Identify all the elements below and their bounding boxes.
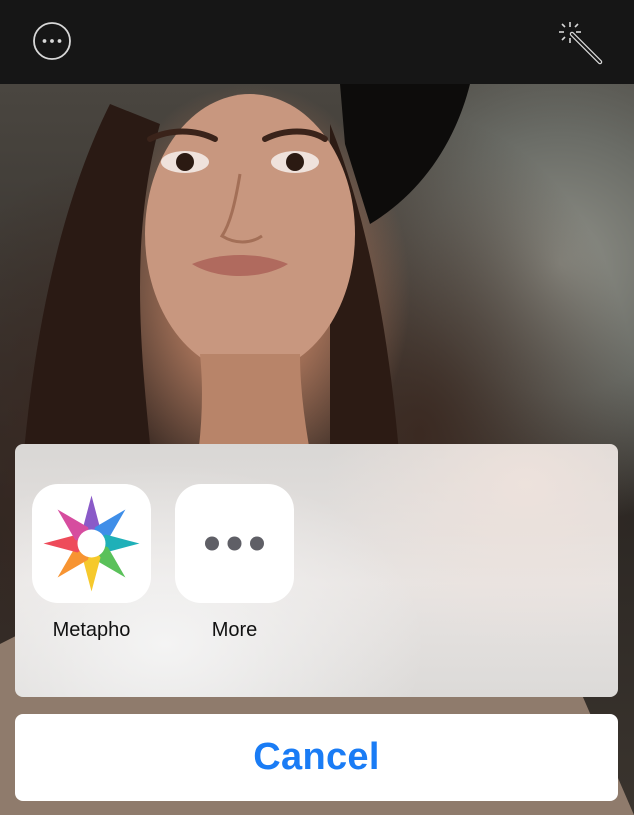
top-toolbar xyxy=(0,0,634,84)
metapho-app-icon xyxy=(32,484,151,603)
share-app-label: Metapho xyxy=(52,619,131,641)
share-app-more[interactable]: More xyxy=(175,484,294,642)
share-sheet: Metapho More xyxy=(15,444,618,697)
share-app-metapho[interactable]: Metapho xyxy=(32,484,151,642)
more-dots-icon xyxy=(175,484,294,603)
share-app-label: More xyxy=(211,619,258,641)
more-options-button[interactable] xyxy=(31,20,73,62)
cancel-label: Cancel xyxy=(253,736,380,778)
magic-wand-icon xyxy=(559,22,603,65)
more-circle-icon xyxy=(33,22,71,60)
auto-enhance-button[interactable] xyxy=(556,18,606,68)
cancel-button[interactable]: Cancel xyxy=(15,714,618,801)
photo-editor-screen: Metapho More Cancel xyxy=(0,0,634,815)
